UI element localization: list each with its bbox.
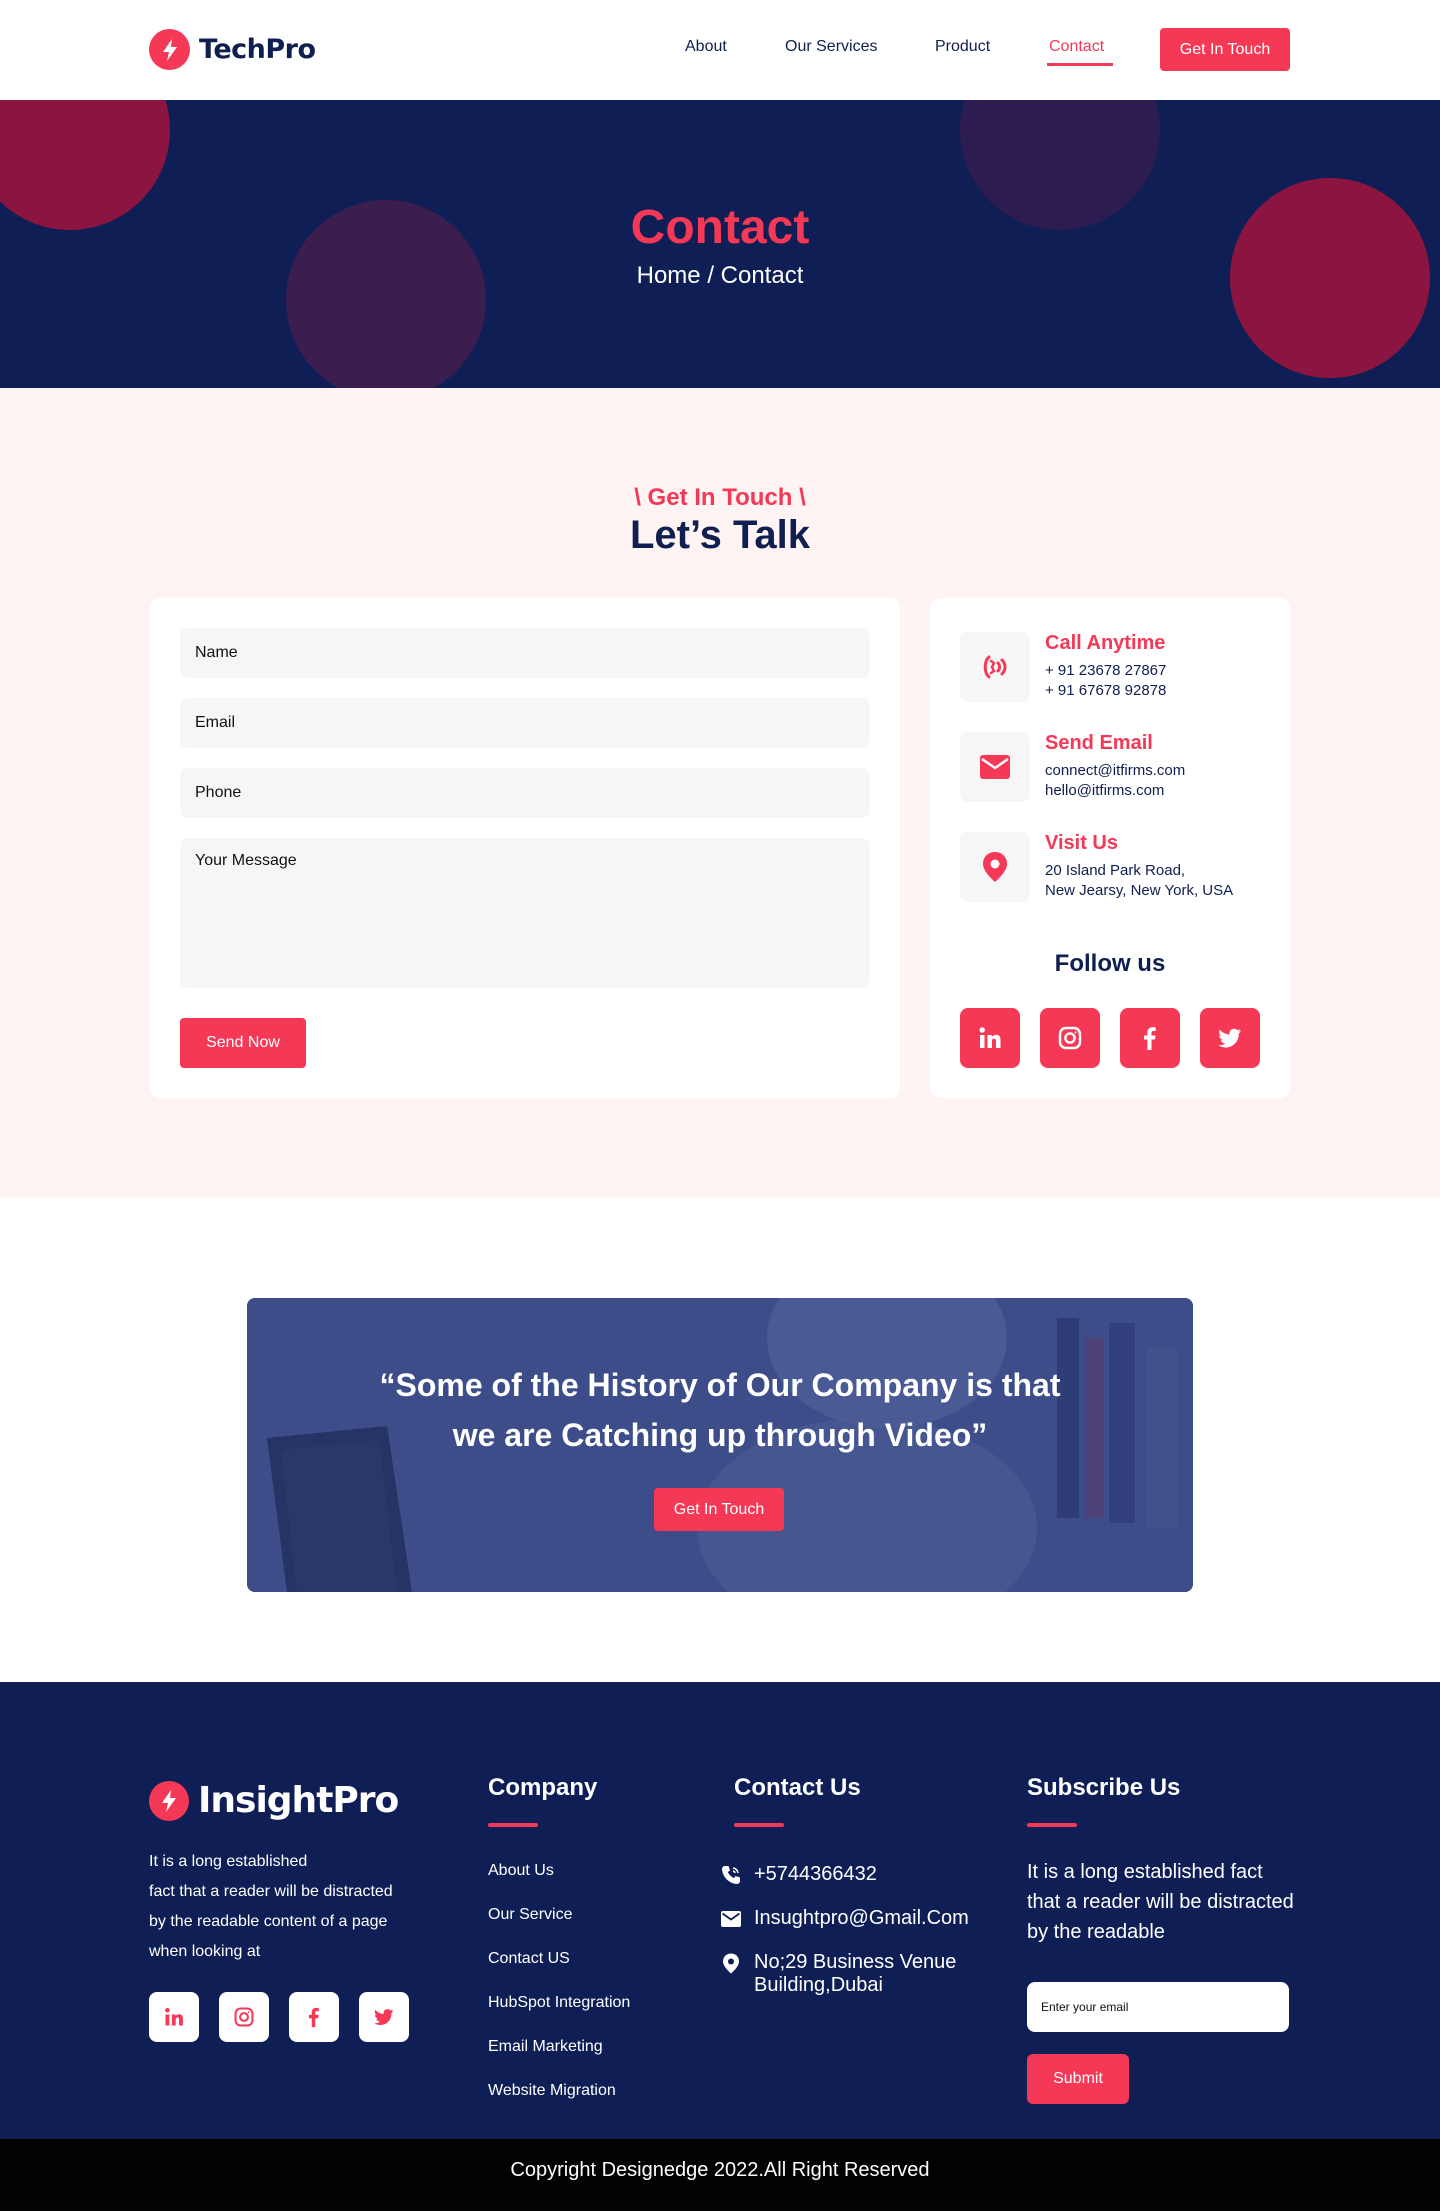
follow-us-heading: Follow us (1054, 950, 1166, 977)
page-hero: Contact Home / Contact (0, 100, 1440, 388)
footer-contact-heading: Contact Us (734, 1774, 861, 1801)
facebook-icon[interactable] (289, 1992, 339, 2042)
banner-quote-line: we are Catching up through Video” (452, 1417, 988, 1453)
info-title: Send Email (1045, 732, 1153, 754)
page-title: Contact (630, 201, 810, 254)
footer-link-our-service[interactable]: Our Service (488, 1906, 572, 1924)
footer-about-line: fact that a reader will be distracted (149, 1883, 393, 1900)
insightpro-logo[interactable]: InsightPro (149, 1780, 399, 1821)
nav-about[interactable]: About (685, 38, 727, 56)
footer-address-line: Building,Dubai (754, 1974, 883, 1996)
info-title: Visit Us (1045, 832, 1118, 854)
phone-icon (720, 1864, 742, 1886)
linkedin-icon[interactable] (960, 1008, 1020, 1068)
facebook-icon[interactable] (1120, 1008, 1180, 1068)
name-field[interactable] (180, 628, 870, 678)
subscribe-submit-button[interactable]: Submit (1027, 2054, 1129, 2104)
copyright-bar: Copyright Designedge 2022.All Right Rese… (0, 2139, 1440, 2211)
location-pin-icon (960, 832, 1030, 902)
contact-section: \ Get In Touch \ Let’s Talk Send Now Cal… (0, 388, 1440, 1198)
phone-field[interactable] (180, 768, 870, 818)
phone-ringing-icon (960, 632, 1030, 702)
social-links (960, 1008, 1260, 1068)
footer-subscribe-heading: Subscribe Us (1027, 1774, 1181, 1801)
email-info: Send Email connect@itfirms.com hello@itf… (960, 732, 1270, 812)
footer-about-text: It is a long established fact that a rea… (149, 1847, 419, 1967)
phone-number: + 91 67678 92878 (1045, 682, 1167, 699)
address-line: 20 Island Park Road, (1045, 862, 1186, 879)
footer-logo-text: InsightPro (198, 1780, 399, 1821)
banner-quote-line: “Some of the History of Our Company is t… (379, 1367, 1061, 1403)
footer-link-email-marketing[interactable]: Email Marketing (488, 2038, 603, 2056)
footer-phone[interactable]: +5744366432 (720, 1863, 877, 1886)
footer-about-line: by the readable content of a page (149, 1913, 388, 1930)
address-line: New Jearsy, New York, USA (1045, 882, 1234, 899)
heading-underline (488, 1823, 538, 1827)
breadcrumb: Home / Contact (636, 262, 804, 289)
linkedin-icon[interactable] (149, 1992, 199, 2042)
footer-social-links (149, 1992, 409, 2042)
footer-link-hubspot-integration[interactable]: HubSpot Integration (488, 1994, 630, 2012)
banner-get-in-touch-button[interactable]: Get In Touch (654, 1488, 784, 1531)
footer-link-contact-us[interactable]: Contact US (488, 1950, 570, 1968)
email-address: connect@itfirms.com (1045, 762, 1186, 779)
nav-product[interactable]: Product (935, 38, 990, 56)
lightning-bolt-icon (149, 1780, 189, 1821)
nav-our-services[interactable]: Our Services (785, 38, 877, 56)
footer-address-line: No;29 Business Venue (754, 1951, 957, 1973)
envelope-icon (960, 732, 1030, 802)
call-info: Call Anytime + 91 23678 27867 + 91 67678… (960, 632, 1270, 712)
heading-underline (1027, 1823, 1077, 1827)
section-kicker: \ Get In Touch \ (634, 484, 806, 511)
footer-company-heading: Company (488, 1774, 598, 1801)
nav-active-indicator (1047, 63, 1113, 66)
heading-underline (734, 1823, 784, 1827)
info-title: Call Anytime (1045, 632, 1166, 654)
address-info: Visit Us 20 Island Park Road, New Jearsy… (960, 832, 1270, 912)
footer-email-address: Insughtpro@Gmail.Com (754, 1907, 969, 1929)
footer-about-line: It is a long established (149, 1853, 308, 1870)
contact-form: Send Now (150, 598, 900, 1098)
footer-email[interactable]: Insughtpro@Gmail.Com (720, 1907, 969, 1930)
subscribe-email-input[interactable] (1027, 1982, 1289, 2032)
footer-link-about-us[interactable]: About Us (488, 1862, 554, 1880)
instagram-icon[interactable] (219, 1992, 269, 2042)
site-header: TechPro About Our Services Product Conta… (0, 0, 1440, 100)
section-title: Let’s Talk (629, 513, 811, 557)
footer-about-line: when looking at (149, 1943, 261, 1960)
envelope-icon (720, 1908, 742, 1930)
contact-info-card: Call Anytime + 91 23678 27867 + 91 67678… (930, 598, 1290, 1098)
email-address: hello@itfirms.com (1045, 782, 1165, 799)
phone-number: + 91 23678 27867 (1045, 662, 1167, 679)
twitter-icon[interactable] (359, 1992, 409, 2042)
footer-link-website-migration[interactable]: Website Migration (488, 2082, 616, 2100)
send-now-button[interactable]: Send Now (180, 1018, 306, 1068)
twitter-icon[interactable] (1200, 1008, 1260, 1068)
header-get-in-touch-button[interactable]: Get In Touch (1160, 28, 1290, 71)
message-field[interactable] (180, 838, 870, 988)
banner-quote: “Some of the History of Our Company is t… (247, 1360, 1193, 1460)
instagram-icon[interactable] (1040, 1008, 1100, 1068)
footer-subscribe-text: It is a long established fact that a rea… (1027, 1861, 1294, 1943)
nav-contact[interactable]: Contact (1049, 38, 1104, 56)
location-pin-icon (720, 1952, 742, 1974)
footer-address: No;29 Business Venue Building,Dubai (720, 1951, 956, 1997)
email-field[interactable] (180, 698, 870, 748)
site-footer: InsightPro It is a long established fact… (0, 1682, 1440, 2139)
footer-phone-number: +5744366432 (754, 1863, 877, 1885)
video-banner: “Some of the History of Our Company is t… (247, 1298, 1193, 1592)
